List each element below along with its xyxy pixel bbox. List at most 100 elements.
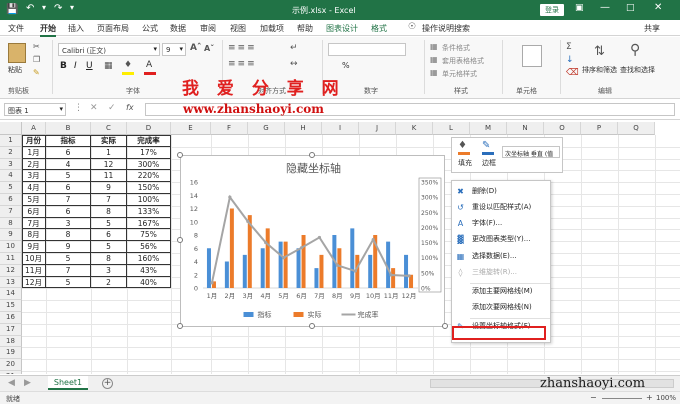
font-name-select[interactable]: Calibri (正文) ▾ <box>58 43 160 56</box>
table-cell[interactable]: 9月 <box>22 241 46 253</box>
row-header[interactable]: 9 <box>0 229 22 242</box>
wrap-text-icon[interactable]: ↵ <box>290 43 298 53</box>
maximize-icon[interactable]: □ <box>626 3 635 13</box>
table-cell[interactable]: 43% <box>127 264 171 277</box>
close-icon[interactable]: ✕ <box>654 2 662 13</box>
table-cell[interactable]: 40% <box>127 276 171 289</box>
fill-icon[interactable]: ↓ <box>566 55 574 65</box>
column-header[interactable]: A <box>22 122 46 135</box>
table-cell[interactable]: 8 <box>91 253 127 265</box>
tab-page-layout[interactable]: 页面布局 <box>97 23 129 34</box>
menu-item[interactable]: ↺ 重设以匹配样式(A) <box>452 201 550 214</box>
row-header[interactable]: 3 <box>0 158 22 171</box>
table-header-cell[interactable]: 月份 <box>22 135 46 147</box>
table-cell[interactable]: 8 <box>46 229 91 242</box>
table-cell[interactable]: 1 <box>91 146 127 159</box>
ribbon-display-icon[interactable]: ▣ <box>575 3 584 13</box>
resize-handle[interactable] <box>177 237 183 243</box>
tell-me-search[interactable]: 操作说明搜索 <box>422 23 470 34</box>
table-cell[interactable]: 6 <box>46 182 91 194</box>
shrink-font-icon[interactable]: Aˇ <box>204 44 214 53</box>
confirm-entry-icon[interactable]: ✓ <box>108 103 116 113</box>
table-cell[interactable]: 167% <box>127 217 171 230</box>
table-cell[interactable]: 4 <box>46 158 91 171</box>
table-cell[interactable]: 10月 <box>22 253 46 265</box>
resize-handle[interactable] <box>442 323 448 329</box>
table-header-cell[interactable]: 指标 <box>46 135 91 147</box>
sheet-tab-sheet1[interactable]: Sheet1 <box>48 376 88 390</box>
table-cell[interactable]: 7 <box>46 264 91 277</box>
borders-icon[interactable]: ▦ <box>104 61 113 71</box>
menu-item[interactable]: ✖ 删除(D) <box>452 185 550 198</box>
tab-data[interactable]: 数据 <box>170 23 186 34</box>
column-header[interactable]: H <box>285 122 322 135</box>
row-header[interactable]: 1 <box>0 135 22 147</box>
column-header[interactable]: G <box>248 122 285 135</box>
resize-handle[interactable] <box>177 152 183 158</box>
table-header-cell[interactable]: 实际 <box>91 135 127 147</box>
menu-item[interactable]: ▓ 更改图表类型(Y)... <box>452 233 550 246</box>
column-header[interactable]: Q <box>618 122 655 135</box>
menu-item[interactable]: ▦ 选择数据(E)... <box>452 250 550 263</box>
row-header[interactable]: 13 <box>0 276 22 289</box>
table-cell[interactable]: 7 <box>91 194 127 206</box>
column-header[interactable]: M <box>470 122 507 135</box>
table-cell[interactable]: 5 <box>46 170 91 183</box>
fill-label[interactable]: 填充 <box>458 158 472 168</box>
cell-style-button[interactable]: 单元格样式 <box>442 69 477 79</box>
menu-item[interactable]: ◊ 三维旋转(R)... <box>452 266 550 279</box>
align-top-icons[interactable]: ≡≡≡ <box>228 43 257 53</box>
tab-home[interactable]: 开始 <box>40 23 56 37</box>
copy-icon[interactable]: ❐ <box>33 55 40 64</box>
column-header[interactable]: E <box>171 122 211 135</box>
table-cell[interactable]: 3 <box>46 217 91 230</box>
row-header[interactable]: 4 <box>0 170 22 183</box>
table-cell[interactable]: 8 <box>91 205 127 218</box>
row-header[interactable]: 17 <box>0 323 22 336</box>
tab-help[interactable]: 帮助 <box>297 23 313 34</box>
outline-pen-icon[interactable]: ✎ <box>482 140 490 151</box>
tab-file[interactable]: 文件 <box>8 23 24 34</box>
zoom-level[interactable]: 100% <box>656 394 676 402</box>
menu-item[interactable]: 添加次要网格线(N) <box>452 301 550 314</box>
autosum-icon[interactable]: Σ <box>566 42 572 52</box>
table-cell[interactable]: 1月 <box>22 146 46 159</box>
table-cell[interactable]: 11 <box>91 170 127 183</box>
table-cell[interactable]: 8月 <box>22 229 46 242</box>
column-header[interactable]: C <box>91 122 127 135</box>
table-cell[interactable]: 6 <box>91 229 127 242</box>
select-all-corner[interactable] <box>0 122 22 135</box>
next-sheet-icon[interactable]: ▶ <box>24 378 31 388</box>
fill-color-icon[interactable]: ♦ <box>124 60 132 70</box>
table-cell[interactable]: 11月 <box>22 264 46 277</box>
minimize-icon[interactable]: — <box>600 2 610 13</box>
percent-button[interactable]: % <box>342 61 350 70</box>
row-header[interactable]: 16 <box>0 312 22 324</box>
table-cell[interactable]: 220% <box>127 170 171 183</box>
menu-item[interactable]: 添加主要网格线(M) <box>452 285 550 298</box>
row-header[interactable]: 6 <box>0 194 22 206</box>
outline-label[interactable]: 边框 <box>482 158 496 168</box>
row-header[interactable]: 20 <box>0 359 22 371</box>
undo-dropdown-icon[interactable]: ▾ <box>42 3 46 12</box>
table-cell[interactable]: 2 <box>91 276 127 289</box>
prev-sheet-icon[interactable]: ◀ <box>8 378 15 388</box>
table-cell[interactable]: 5 <box>91 217 127 230</box>
customize-qat-icon[interactable]: ▾ <box>70 3 74 12</box>
table-cell[interactable]: 6月 <box>22 205 46 218</box>
insert-function-button[interactable]: fx <box>126 103 134 112</box>
column-header[interactable]: D <box>127 122 171 135</box>
login-button[interactable]: 登录 <box>540 4 564 16</box>
table-cell[interactable]: 7 <box>46 194 91 206</box>
tab-formulas[interactable]: 公式 <box>142 23 158 34</box>
row-header[interactable]: 14 <box>0 288 22 301</box>
format-painter-icon[interactable]: ✎ <box>33 68 40 77</box>
table-cell[interactable]: 6 <box>46 146 91 159</box>
row-header[interactable]: 15 <box>0 300 22 312</box>
column-header[interactable]: B <box>46 122 91 135</box>
table-cell[interactable]: 5 <box>91 241 127 253</box>
table-cell[interactable]: 7月 <box>22 217 46 230</box>
grow-font-icon[interactable]: Aˆ <box>190 43 201 53</box>
bold-icon[interactable]: B <box>60 61 67 71</box>
table-cell[interactable]: 2月 <box>22 158 46 171</box>
